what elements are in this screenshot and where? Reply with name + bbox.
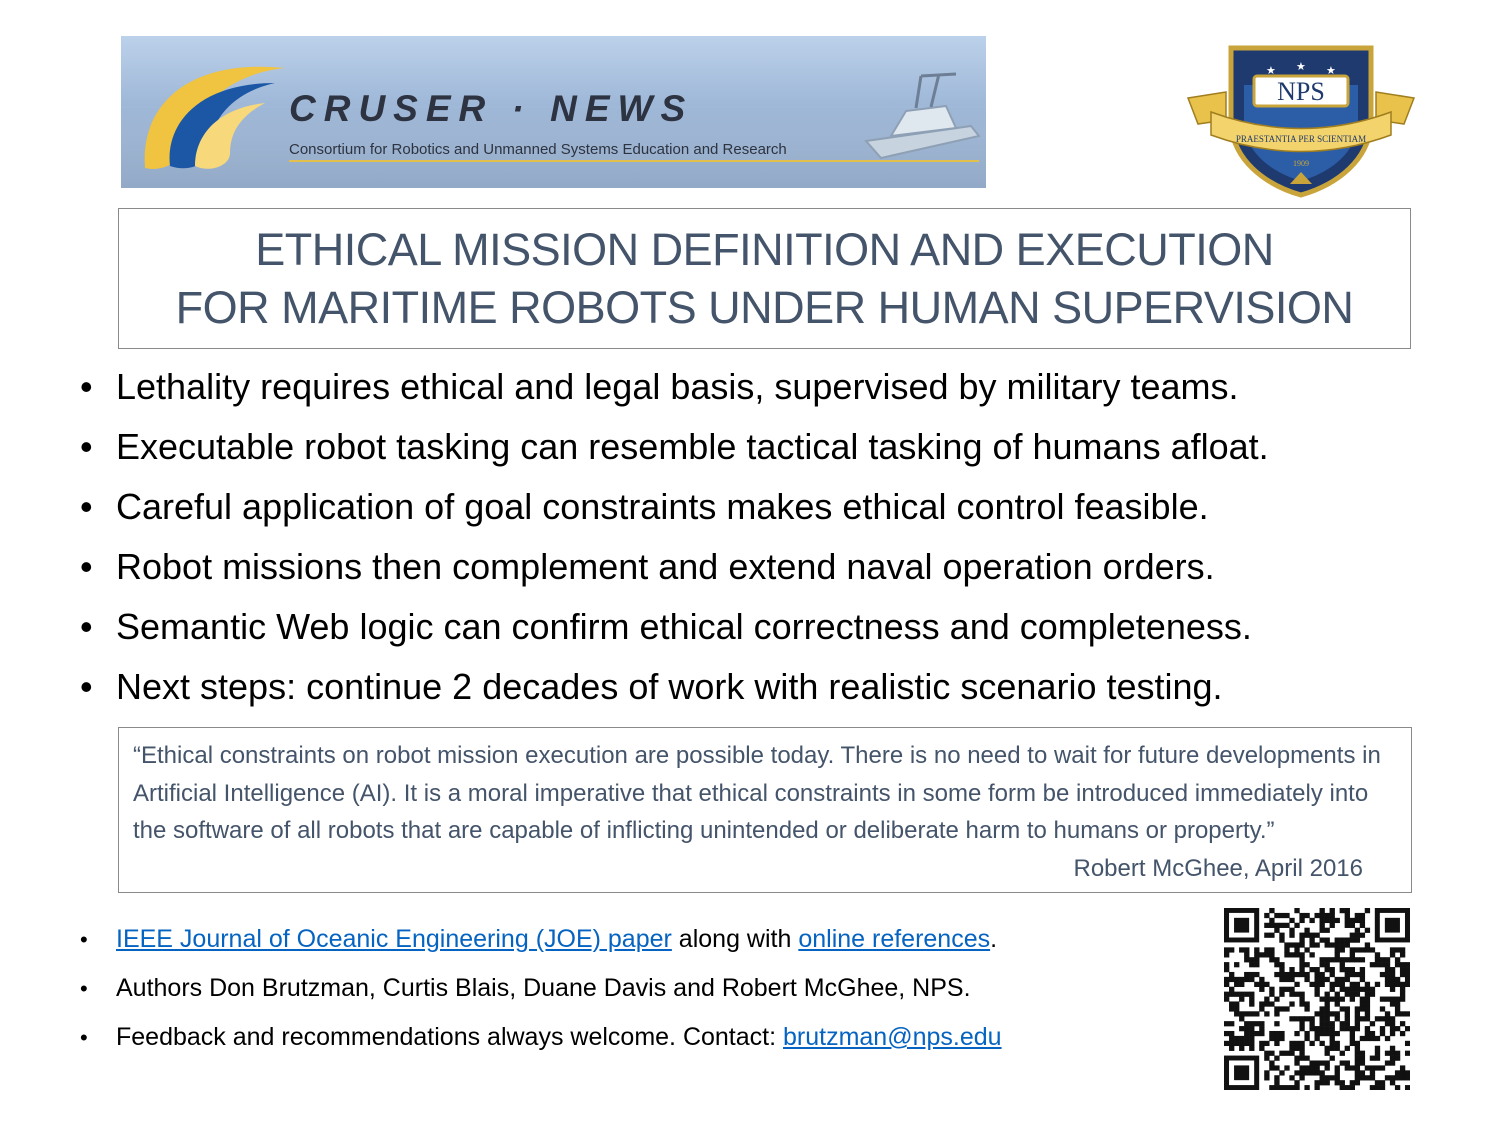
bullet-icon: •	[80, 546, 93, 587]
list-item: • Authors Don Brutzman, Curtis Blais, Du…	[80, 964, 1210, 1013]
footer-text: .	[990, 925, 998, 953]
nps-crest-logo: ★ ★ ★ NPS PRAESTANTIA PER SCIENTIAM 1909	[1186, 45, 1416, 198]
list-item: • Next steps: continue 2 decades of work …	[80, 657, 1480, 717]
list-item: • IEEE Journal of Oceanic Engineering (J…	[80, 915, 1210, 964]
cruser-news-banner: CRUSER · NEWS Consortium for Robotics an…	[121, 36, 986, 188]
footer-text: along with	[671, 925, 799, 953]
footer-list: • IEEE Journal of Oceanic Engineering (J…	[80, 915, 1210, 1062]
cruser-swoosh-logo	[144, 66, 285, 169]
banner-divider	[289, 160, 979, 162]
qr-code[interactable]	[1224, 908, 1410, 1090]
quote-body: “Ethical constraints on robot mission ex…	[133, 742, 1381, 844]
bullet-icon: •	[80, 927, 88, 952]
joe-paper-link[interactable]: IEEE Journal of Oceanic Engineering (JOE…	[116, 925, 672, 953]
bullet-icon: •	[80, 366, 93, 407]
list-item-text: Next steps: continue 2 decades of work w…	[116, 666, 1223, 707]
list-item: • Robot missions then complement and exte…	[80, 537, 1480, 597]
bullet-icon: •	[80, 606, 93, 647]
list-item-text: Robot missions then complement and exten…	[116, 546, 1215, 587]
bullet-icon: •	[80, 426, 93, 467]
email-link[interactable]: brutzman@nps.edu	[783, 1023, 1002, 1051]
banner-title: CRUSER · NEWS	[289, 88, 694, 129]
bullet-icon: •	[80, 486, 93, 527]
list-item-text: Lethality requires ethical and legal bas…	[116, 366, 1239, 407]
banner-subtitle: Consortium for Robotics and Unmanned Sys…	[289, 141, 787, 158]
logo-initials: NPS	[1277, 77, 1325, 106]
online-references-link[interactable]: online references	[798, 925, 990, 953]
feedback-text: Feedback and recommendations always welc…	[116, 1023, 783, 1051]
quote-text: “Ethical constraints on robot mission ex…	[133, 737, 1397, 882]
list-item: • Lethality requires ethical and legal ba…	[80, 357, 1480, 417]
list-item-text: Semantic Web logic can confirm ethical c…	[116, 606, 1252, 647]
logo-year: 1909	[1293, 159, 1309, 168]
quote-author: Robert McGhee, April 2016	[1073, 854, 1364, 882]
title-line-1: ETHICAL MISSION DEFINITION AND EXECUTION	[255, 223, 1274, 275]
list-item: • Careful application of goal constraints…	[80, 477, 1480, 537]
logo-motto: PRAESTANTIA PER SCIENTIAM	[1236, 134, 1366, 144]
bullet-icon: •	[80, 666, 93, 707]
key-points-list: • Lethality requires ethical and legal ba…	[80, 357, 1480, 717]
bullet-icon: •	[80, 976, 88, 1001]
svg-text:★: ★	[1296, 60, 1306, 73]
authors-text: Authors Don Brutzman, Curtis Blais, Duan…	[116, 974, 971, 1002]
list-item: • Feedback and recommendations always we…	[80, 1013, 1210, 1062]
list-item: • Executable robot tasking can resemble t…	[80, 417, 1480, 477]
list-item-text: Executable robot tasking can resemble ta…	[116, 426, 1269, 467]
list-item-text: Careful application of goal constraints …	[116, 486, 1209, 527]
list-item: • Semantic Web logic can confirm ethical …	[80, 597, 1480, 657]
title-line-2: FOR MARITIME ROBOTS UNDER HUMAN SUPERVIS…	[175, 281, 1354, 333]
quote-box: “Ethical constraints on robot mission ex…	[118, 727, 1412, 893]
title-box: ETHICAL MISSION DEFINITION AND EXECUTION…	[118, 208, 1411, 349]
bullet-icon: •	[80, 1025, 88, 1050]
